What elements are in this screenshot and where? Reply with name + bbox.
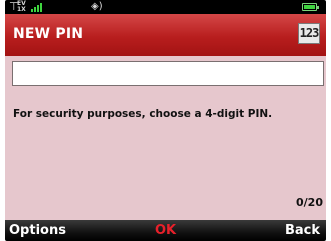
input-mode-indicator[interactable]: 123 — [298, 23, 320, 44]
battery-icon — [302, 3, 319, 11]
instruction-text: For security purposes, choose a 4-digit … — [13, 108, 273, 120]
options-softkey[interactable]: Options — [9, 220, 66, 241]
content-area: For security purposes, choose a 4-digit … — [5, 56, 326, 220]
phone-screen: ⊤ EV 1X ◈) NEW PIN 123 For security purp… — [5, 0, 326, 241]
pin-input[interactable] — [12, 61, 324, 86]
back-softkey[interactable]: Back — [285, 220, 320, 241]
softkey-bar: Options OK Back — [5, 220, 326, 241]
ok-softkey[interactable]: OK — [155, 223, 176, 238]
signal-strength-icon — [31, 2, 45, 12]
page-title: NEW PIN — [13, 26, 84, 42]
title-bar: NEW PIN 123 — [5, 14, 326, 56]
character-counter: 0/20 — [296, 196, 323, 209]
speaker-icon: ◈) — [91, 1, 103, 12]
network-sub-label: 1X — [17, 6, 26, 13]
network-type-indicator: EV 1X — [17, 1, 26, 13]
status-bar: ⊤ EV 1X ◈) — [5, 0, 326, 14]
